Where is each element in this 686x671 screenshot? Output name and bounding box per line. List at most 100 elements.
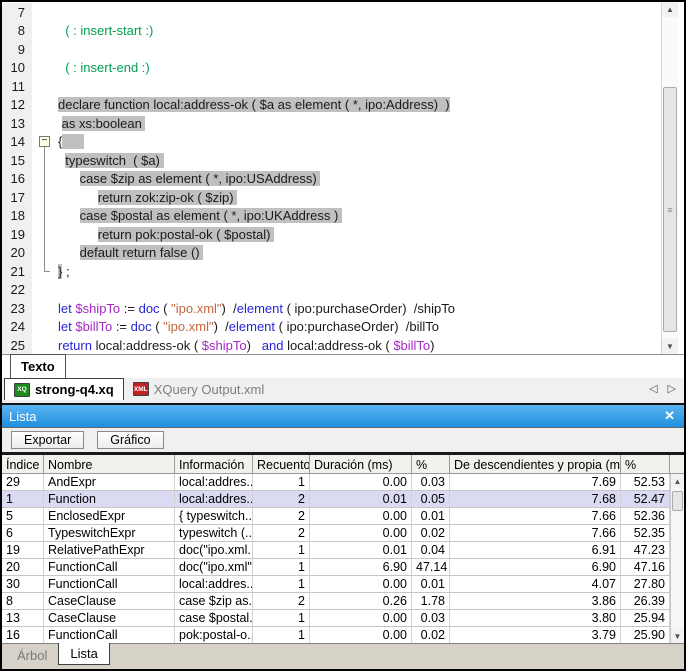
cell: 47.23 [621, 542, 670, 559]
table-row[interactable]: 30FunctionCalllocal:addres...10.000.014.… [2, 576, 670, 593]
cell: 2 [253, 491, 310, 508]
code-line-text: declare function local:address-ok ( $a a… [58, 97, 450, 112]
fold-guide-line [44, 244, 45, 263]
table-row[interactable]: 6TypeswitchExprtypeswitch (...20.000.027… [2, 525, 670, 542]
cell: 2 [253, 508, 310, 525]
next-tab-icon[interactable]: ▷ [668, 382, 676, 395]
file-tab-label: strong-q4.xq [35, 382, 114, 397]
code-editor[interactable]: 78 ( : insert-start :)910 ( : insert-end… [2, 2, 684, 354]
table-row[interactable]: 13CaseClausecase $postal...10.000.033.80… [2, 610, 670, 627]
tab-texto[interactable]: Texto [10, 354, 66, 378]
close-icon[interactable]: ✕ [664, 405, 675, 427]
cell: 30 [2, 576, 44, 593]
scroll-down-icon[interactable]: ▼ [671, 629, 684, 643]
fold-guide-line [44, 188, 45, 207]
code-line: 7 [2, 3, 661, 22]
cell: 3.80 [450, 610, 621, 627]
table-scrollbar[interactable]: ▲ ▼ [670, 474, 684, 643]
panel-title: Lista [9, 409, 36, 424]
fold-margin [32, 299, 58, 318]
cell: 4.07 [450, 576, 621, 593]
editor-right-gap [678, 2, 684, 354]
cell: typeswitch (... [175, 525, 253, 542]
cell: 1.78 [412, 593, 450, 610]
code-lines[interactable]: 78 ( : insert-start :)910 ( : insert-end… [2, 2, 661, 354]
fold-margin [32, 77, 58, 96]
fold-margin [32, 244, 58, 263]
scroll-up-icon[interactable]: ▲ [662, 2, 678, 17]
column-header-label: % [416, 458, 427, 472]
xmlspy-profiler-window: 78 ( : insert-start :)910 ( : insert-end… [0, 0, 686, 671]
fold-margin: − [32, 133, 58, 152]
code-line: 19 return pok:postal-ok ( $postal) [2, 225, 661, 244]
cell: TypeswitchExpr [44, 525, 175, 542]
cell: 0.03 [412, 474, 450, 491]
scroll-up-icon[interactable]: ▲ [671, 474, 684, 488]
column-header-duracion[interactable]: Duración (ms) [310, 455, 412, 473]
editor-scrollbar[interactable]: ▲ ≡ ▼ [661, 2, 678, 354]
fold-margin [32, 114, 58, 133]
column-header-informacion[interactable]: Información [175, 455, 253, 473]
code-line: 24let $billTo := doc ( "ipo.xml") /eleme… [2, 318, 661, 337]
column-header-nombre[interactable]: Nombre [44, 455, 175, 473]
cell: 3.79 [450, 627, 621, 643]
grafico-button[interactable]: Gráfico [97, 431, 163, 449]
fold-guide-line [44, 170, 45, 189]
column-header-indice[interactable]: Índice [2, 455, 44, 473]
line-number: 22 [2, 281, 32, 300]
column-header-label: Índice [6, 458, 39, 472]
exportar-button[interactable]: Exportar [11, 431, 84, 449]
cell: 47.16 [621, 559, 670, 576]
profiler-table: Índice Nombre Información RecuentoDuración … [2, 455, 684, 643]
editor-scrollbar-thumb[interactable]: ≡ [663, 87, 677, 332]
table-rows: 29AndExprlocal:addres...10.000.037.6952.… [2, 474, 670, 643]
column-header-pct2[interactable]: % [621, 455, 670, 473]
tab-arbol[interactable]: Árbol [6, 644, 58, 666]
table-row[interactable]: 19RelativePathExprdoc("ipo.xml...10.010.… [2, 542, 670, 559]
cell: AndExpr [44, 474, 175, 491]
code-line-text: return local:address-ok ( $shipTo) and l… [58, 338, 435, 353]
column-header-descendientes[interactable]: De descendientes y propia (ms)▼ [450, 455, 621, 473]
cell: 29 [2, 474, 44, 491]
table-row[interactable]: 20FunctionCalldoc("ipo.xml")16.9047.146.… [2, 559, 670, 576]
column-header-pct[interactable]: % [412, 455, 450, 473]
line-number: 25 [2, 336, 32, 354]
collapse-toggle-icon[interactable]: − [39, 136, 50, 147]
file-tab-xquery-output[interactable]: XML XQuery Output.xml [124, 378, 274, 400]
file-tab-strong-q4[interactable]: XQstrong-q4.xq [4, 378, 124, 400]
cell: 7.66 [450, 508, 621, 525]
cell: 52.47 [621, 491, 670, 508]
column-header-label: Información [179, 458, 244, 472]
line-number: 12 [2, 96, 32, 115]
cell: local:addres... [175, 576, 253, 593]
xml-file-icon: XML [133, 382, 149, 396]
fold-margin [32, 262, 58, 281]
line-number: 13 [2, 114, 32, 133]
cell: 52.53 [621, 474, 670, 491]
line-number: 10 [2, 59, 32, 78]
prev-tab-icon[interactable]: ◁ [649, 382, 657, 395]
cell: doc("ipo.xml") [175, 559, 253, 576]
table-row[interactable]: 1Functionlocal:addres...20.010.057.6852.… [2, 491, 670, 508]
cell: 0.00 [310, 610, 412, 627]
column-header-label: Nombre [48, 458, 92, 472]
cell: 47.14 [412, 559, 450, 576]
cell: 16 [2, 627, 44, 643]
scroll-down-icon[interactable]: ▼ [662, 339, 678, 354]
table-row[interactable]: 16FunctionCallpok:postal-o...10.000.023.… [2, 627, 670, 643]
table-row[interactable]: 5EnclosedExpr{ typeswitch...20.000.017.6… [2, 508, 670, 525]
line-number: 8 [2, 22, 32, 41]
column-header-recuento[interactable]: Recuento [253, 455, 310, 473]
code-line: 22 [2, 281, 661, 300]
table-row[interactable]: 29AndExprlocal:addres...10.000.037.6952.… [2, 474, 670, 491]
cell: 52.35 [621, 525, 670, 542]
fold-margin [32, 336, 58, 354]
table-scrollbar-thumb[interactable] [672, 491, 683, 511]
line-number: 15 [2, 151, 32, 170]
tab-lista[interactable]: Lista [58, 643, 109, 665]
fold-margin [32, 22, 58, 41]
cell: 0.00 [310, 474, 412, 491]
file-tab-label: XQuery Output.xml [154, 382, 265, 397]
table-row[interactable]: 8CaseClausecase $zip as...20.261.783.862… [2, 593, 670, 610]
cell: 0.04 [412, 542, 450, 559]
